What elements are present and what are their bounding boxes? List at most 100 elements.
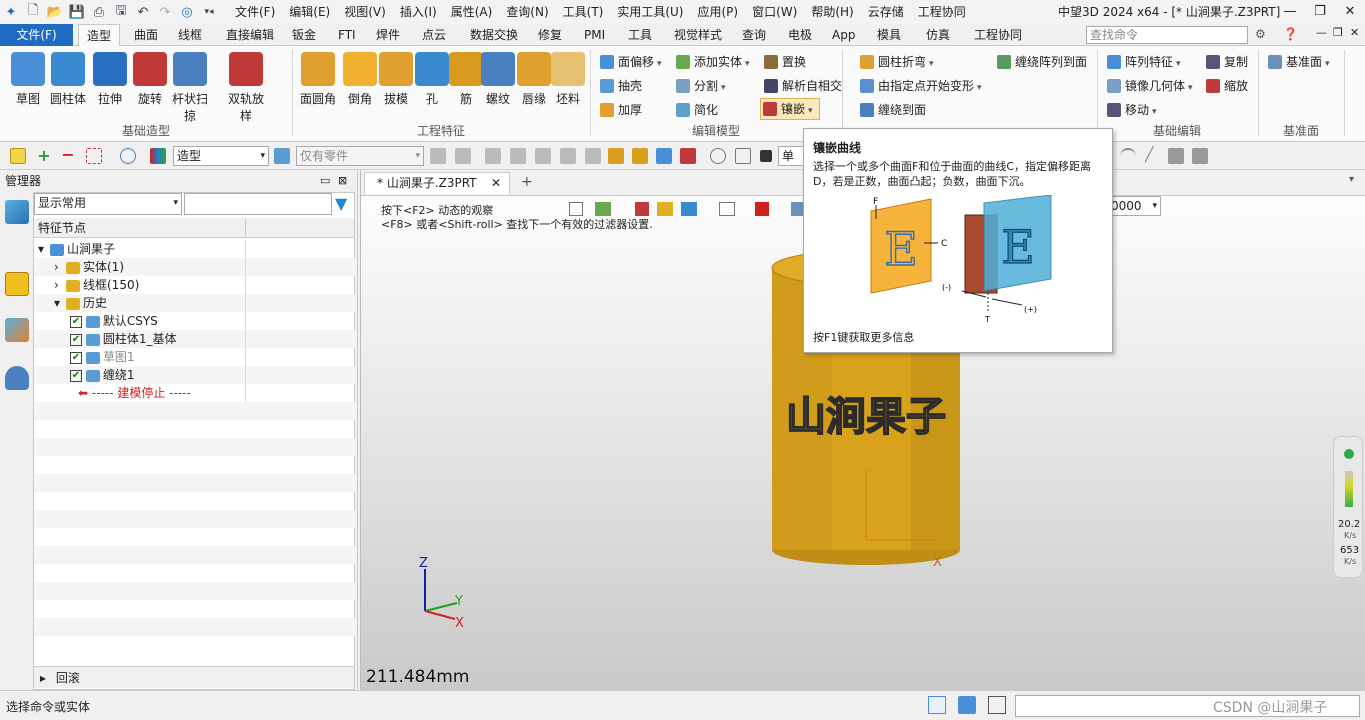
tab-8[interactable]: 数据交换 bbox=[462, 24, 526, 46]
emboss-button[interactable]: 镶嵌 ▾ bbox=[760, 98, 820, 120]
tab-15[interactable]: App bbox=[824, 24, 863, 46]
history-manager-icon[interactable] bbox=[5, 200, 29, 224]
ribbon-minimize-icon[interactable]: — bbox=[1316, 26, 1327, 39]
tab-12[interactable]: 视觉样式 bbox=[666, 24, 730, 46]
view-toolbar-icon[interactable] bbox=[755, 202, 769, 216]
wrap-to-face-button[interactable]: 缠绕到面 bbox=[858, 100, 926, 120]
arc-icon[interactable] bbox=[1120, 148, 1136, 164]
tree-row[interactable]: ✔ 圆柱体1_基体 bbox=[34, 330, 356, 348]
search-filter-input[interactable] bbox=[184, 193, 332, 215]
display-filter-combo[interactable]: 显示常用 ▾ bbox=[34, 193, 182, 215]
part-filter-combo[interactable]: 仅有零件 ▾ bbox=[296, 146, 424, 166]
redo-icon[interactable]: ↷ bbox=[154, 1, 176, 23]
line-icon[interactable]: ╱ bbox=[1145, 148, 1161, 164]
rollback-bar[interactable]: ▸ 回滚 bbox=[34, 666, 354, 688]
render-mode-icon[interactable] bbox=[681, 202, 697, 216]
menu-item[interactable]: 文件(F) bbox=[228, 0, 282, 24]
new-file-icon[interactable]: 🗋 bbox=[22, 1, 44, 23]
menu-item[interactable]: 属性(A) bbox=[444, 0, 500, 24]
view-toolbar-icon[interactable] bbox=[595, 202, 611, 216]
mirror-geometry-button[interactable]: 镜像几何体 ▾ bbox=[1105, 76, 1193, 96]
shell-button[interactable]: 抽壳 bbox=[598, 76, 642, 96]
basic-modeling-button-5[interactable]: 双轨放样 bbox=[226, 50, 266, 124]
menu-item[interactable]: 实用工具(U) bbox=[610, 0, 690, 24]
basic-modeling-button-2[interactable]: 拉伸 bbox=[90, 50, 130, 107]
user-manager-icon[interactable] bbox=[5, 366, 29, 390]
minimize-icon[interactable]: — bbox=[1275, 0, 1305, 24]
view-icon[interactable] bbox=[656, 148, 672, 164]
expand-toggle-icon[interactable]: › bbox=[54, 276, 66, 294]
restore-icon[interactable]: ❐ bbox=[1305, 0, 1335, 24]
tab-14[interactable]: 电极 bbox=[780, 24, 820, 46]
refresh-icon[interactable] bbox=[735, 148, 751, 164]
rebuild-icon[interactable]: ◎ bbox=[176, 1, 198, 23]
menu-item[interactable]: 应用(P) bbox=[691, 0, 746, 24]
expand-toggle-icon[interactable]: ▾ bbox=[38, 240, 50, 258]
menu-item[interactable]: 编辑(E) bbox=[282, 0, 337, 24]
tab-5[interactable]: FTI bbox=[330, 24, 364, 46]
menu-item[interactable]: 工程协同 bbox=[911, 0, 973, 24]
tree-row[interactable]: ✔ 默认CSYS bbox=[34, 312, 356, 330]
tab-18[interactable]: 工程协同 bbox=[966, 24, 1030, 46]
folder-icon[interactable] bbox=[608, 148, 624, 164]
menu-item[interactable]: 工具(T) bbox=[556, 0, 611, 24]
menu-item[interactable]: 视图(V) bbox=[337, 0, 393, 24]
single-select-combo[interactable]: 单一 bbox=[778, 146, 806, 181]
tab-1[interactable]: 曲面 bbox=[126, 24, 166, 46]
engineering-feature-button-1[interactable]: 倒角 bbox=[340, 50, 380, 107]
thicken-button[interactable]: 加厚 bbox=[598, 100, 642, 120]
checkbox[interactable]: ✔ bbox=[70, 369, 82, 382]
stop-modeling-row[interactable]: ⬅ ----- 建模停止 ----- bbox=[34, 384, 356, 402]
part-filter-icon[interactable] bbox=[274, 148, 290, 164]
filter-tool-icon[interactable] bbox=[430, 148, 446, 164]
engineering-feature-button-2[interactable]: 拔模 bbox=[376, 50, 416, 107]
tab-3[interactable]: 直接编辑 bbox=[218, 24, 282, 46]
basic-modeling-button-1[interactable]: 圆柱体 bbox=[48, 50, 88, 107]
copy-button[interactable]: 复制 bbox=[1204, 52, 1248, 72]
tree-row[interactable]: ▾ 山涧果子 bbox=[34, 240, 356, 258]
undo-icon[interactable]: ↶ bbox=[132, 1, 154, 23]
menu-item[interactable]: 云存储 bbox=[861, 0, 911, 24]
status-layout-icon[interactable] bbox=[928, 696, 946, 714]
tab-menu-icon[interactable]: ▾ bbox=[1349, 174, 1354, 185]
basic-modeling-button-3[interactable]: 旋转 bbox=[130, 50, 170, 107]
tab-4[interactable]: 钣金 bbox=[284, 24, 324, 46]
ribbon-restore-icon[interactable]: ❐ bbox=[1333, 26, 1343, 39]
box-select-icon[interactable] bbox=[86, 148, 102, 164]
pattern-feature-button[interactable]: 阵列特征 ▾ bbox=[1105, 52, 1181, 72]
tab-16[interactable]: 模具 bbox=[869, 24, 909, 46]
snap-icon[interactable] bbox=[585, 148, 601, 164]
save-all-icon[interactable]: 🖫 bbox=[110, 1, 132, 23]
add-tab-icon[interactable]: + bbox=[521, 174, 533, 190]
tab-13[interactable]: 查询 bbox=[734, 24, 774, 46]
filter-funnel-icon[interactable]: ▼ bbox=[335, 195, 353, 213]
tab-11[interactable]: 工具 bbox=[620, 24, 660, 46]
shaded-view-icon[interactable] bbox=[657, 202, 673, 216]
basic-modeling-button-0[interactable]: 草图 bbox=[8, 50, 48, 107]
move-button[interactable]: 移动 ▾ bbox=[1105, 100, 1157, 120]
engineering-feature-button-0[interactable]: 面圆角 bbox=[298, 50, 338, 107]
save-icon[interactable]: 💾 bbox=[66, 1, 88, 23]
checkbox[interactable]: ✔ bbox=[70, 333, 82, 346]
tab-7[interactable]: 点云 bbox=[414, 24, 454, 46]
lasso-icon[interactable] bbox=[120, 148, 136, 164]
assembly-manager-icon[interactable] bbox=[5, 272, 29, 296]
select-pointer-icon[interactable] bbox=[10, 148, 26, 164]
filter-icon[interactable] bbox=[150, 148, 166, 164]
tab-10[interactable]: PMI bbox=[576, 24, 613, 46]
tab-6[interactable]: 焊件 bbox=[368, 24, 408, 46]
tree-row[interactable]: › 线框(150) bbox=[34, 276, 356, 294]
menu-item[interactable]: 帮助(H) bbox=[804, 0, 860, 24]
print-icon[interactable]: ⎙ bbox=[88, 1, 110, 23]
tree-row[interactable]: ✔ 缠绕1 bbox=[34, 366, 356, 384]
view-manager-icon[interactable] bbox=[5, 318, 29, 342]
menu-item[interactable]: 插入(I) bbox=[393, 0, 444, 24]
tab-file[interactable]: 文件(F) bbox=[0, 24, 73, 46]
hand-icon[interactable] bbox=[1192, 148, 1208, 164]
value-combo[interactable]: 0000 ▾ bbox=[1107, 196, 1161, 216]
replace-button[interactable]: 置换 bbox=[762, 52, 806, 72]
snap-icon[interactable] bbox=[560, 148, 576, 164]
layer-icon[interactable] bbox=[632, 148, 648, 164]
settings-gear-icon[interactable]: ⚙ bbox=[1255, 27, 1271, 43]
ribbon-close-icon[interactable]: ✕ bbox=[1350, 26, 1359, 39]
